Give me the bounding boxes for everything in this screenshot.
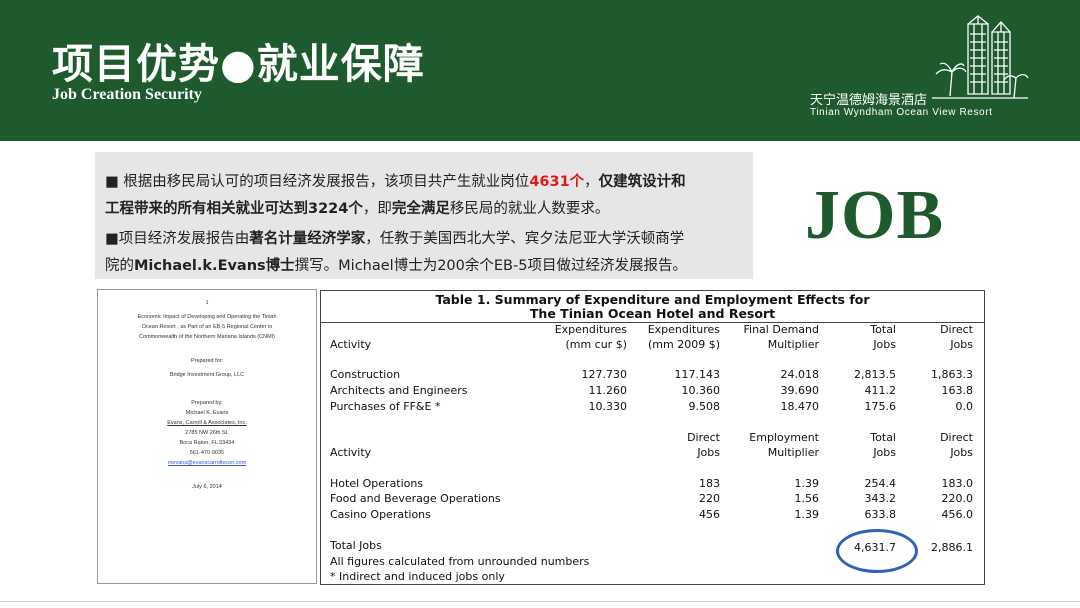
- table-cell: 10.360: [681, 384, 721, 397]
- table-header: Jobs: [873, 338, 896, 351]
- total-highlight-circle: [836, 529, 918, 573]
- table-cell: 411.2: [864, 384, 897, 397]
- table-header: Multiplier: [767, 338, 819, 351]
- job-count-highlight: 4631个: [529, 174, 585, 190]
- table-row-label: Food and Beverage Operations: [330, 492, 501, 505]
- cover-date: July 6, 2014: [192, 484, 222, 490]
- table-cell: 1.39: [794, 508, 820, 521]
- cover-firm: Evans, Carroll & Associates, Inc.: [167, 420, 247, 426]
- table-cell: 633.8: [864, 508, 897, 521]
- table-header: Total: [870, 431, 896, 444]
- intro-text-box: ■ 根据由移民局认可的项目经济发展报告，该项目共产生就业岗位4631个，仅建筑设…: [95, 152, 753, 279]
- table-cell: 183: [699, 477, 720, 490]
- table-header: Jobs: [697, 446, 720, 459]
- table-title-line-2: The Tinian Ocean Hotel and Resort: [529, 306, 776, 321]
- table-cell: 220: [699, 492, 720, 505]
- table-cell: 117.143: [674, 368, 721, 381]
- table-header: (mm cur $): [565, 338, 627, 351]
- table-row-label: Construction: [330, 368, 401, 381]
- table-cell: 343.2: [864, 492, 897, 505]
- table-header: (mm 2009 $): [648, 338, 720, 351]
- cover-phone: 561-470-9035: [189, 450, 225, 456]
- table-header: Direct: [687, 431, 720, 444]
- table-cell: 175.6: [864, 400, 897, 413]
- intro-paragraph-1-line-1: ■ 根据由移民局认可的项目经济发展报告，该项目共产生就业岗位4631个，仅建筑设…: [105, 174, 686, 190]
- table-header: Total: [870, 323, 896, 336]
- total-jobs-label: Total Jobs: [330, 539, 382, 552]
- cover-address-1: 2785 NW 26th St.: [185, 430, 229, 436]
- table-header: Jobs: [873, 446, 896, 459]
- table-header: Final Demand: [743, 323, 820, 336]
- table-cell: 127.730: [581, 368, 628, 381]
- table-row-label: Architects and Engineers: [330, 384, 468, 397]
- table-cell: 456: [699, 508, 720, 521]
- job-heading: JOB: [805, 177, 945, 254]
- table-cell: 2,813.5: [854, 368, 896, 381]
- cover-title-line-1: Economic Impact of Developing and Operat…: [137, 314, 277, 320]
- table-row-label: Purchases of FF&E *: [330, 400, 441, 413]
- cover-email-link[interactable]: mevans@evanscarrollecon.com: [98, 460, 316, 466]
- cover-address-2: Boca Raton, FL 33434: [179, 440, 235, 446]
- table-header: Jobs: [950, 338, 973, 351]
- table-row-label: Hotel Operations: [330, 477, 424, 490]
- header-banner: 项目优势●就业保障 Job Creation Security 天宁温德姆海景酒…: [0, 0, 1080, 141]
- table-cell: 456.0: [941, 508, 974, 521]
- table-cell: 0.0: [955, 400, 974, 413]
- table-row-label: Casino Operations: [330, 508, 431, 521]
- table-cell: 11.260: [588, 384, 628, 397]
- cover-prepared-by: Prepared by:: [191, 400, 223, 406]
- table-cell: 254.4: [864, 477, 897, 490]
- table-note-2: * Indirect and induced jobs only: [330, 570, 505, 583]
- table-header: Expenditures: [554, 323, 627, 336]
- intro-paragraph-1-line-2: 工程带来的所有相关就业可达到3224个，即完全满足移民局的就业人数要求。: [105, 201, 610, 217]
- hotel-logo-icon: [932, 15, 1029, 99]
- table-cell: 1,863.3: [931, 368, 973, 381]
- total-direct-jobs-value: 2,886.1: [931, 541, 973, 554]
- table-cell: 1.56: [794, 492, 820, 505]
- table-cell: 10.330: [588, 400, 628, 413]
- table-header: Direct: [940, 323, 973, 336]
- cover-page-mark: 1: [205, 300, 209, 306]
- table-cell: 39.690: [780, 384, 820, 397]
- table-cell: 24.018: [780, 368, 820, 381]
- table-cell: 9.508: [688, 400, 721, 413]
- table-header: Multiplier: [767, 446, 819, 459]
- table-cell: 220.0: [941, 492, 974, 505]
- page-subtitle: Job Creation Security: [52, 86, 202, 103]
- table-cell: 163.8: [941, 384, 974, 397]
- intro-paragraph-2-line-1: ■项目经济发展报告由著名计量经济学家，任教于美国西北大学、宾夕法尼亚大学沃顿商学: [105, 231, 685, 247]
- table-header: Jobs: [950, 446, 973, 459]
- table-header: Employment: [749, 431, 819, 444]
- table-header-activity: Activity: [330, 338, 372, 351]
- table-header-activity: Activity: [330, 446, 372, 459]
- table-cell: 18.470: [780, 400, 820, 413]
- cover-prepared-for: Prepared for:: [190, 358, 224, 364]
- intro-paragraph-2-line-2: 院的Michael.k.Evans博士撰写。Michael博士为200余个EB-…: [105, 258, 687, 274]
- cover-client: Bridge Investment Group, LLC: [169, 372, 245, 378]
- table-cell: 183.0: [941, 477, 974, 490]
- logo-english-name: Tinian Wyndham Ocean View Resort: [810, 107, 993, 118]
- page-title: 项目优势●就业保障: [52, 40, 425, 88]
- logo-chinese-name: 天宁温德姆海景酒店: [810, 93, 928, 108]
- footer-divider: [0, 601, 1080, 608]
- table-title-line-1: Table 1. Summary of Expenditure and Empl…: [435, 292, 870, 307]
- cover-author: Michael K. Evans: [185, 410, 229, 416]
- table-note-1: All figures calculated from unrounded nu…: [330, 555, 590, 568]
- cover-title-line-2: Ocean Resort , as Part of an EB-5 Region…: [141, 324, 273, 330]
- cover-title-line-3: Commonwealth of the Northern Mariana Isl…: [138, 334, 276, 340]
- report-cover-page: 1 Economic Impact of Developing and Oper…: [97, 289, 317, 584]
- table-header: Direct: [940, 431, 973, 444]
- table-cell: 1.39: [794, 477, 820, 490]
- table-header: Expenditures: [647, 323, 720, 336]
